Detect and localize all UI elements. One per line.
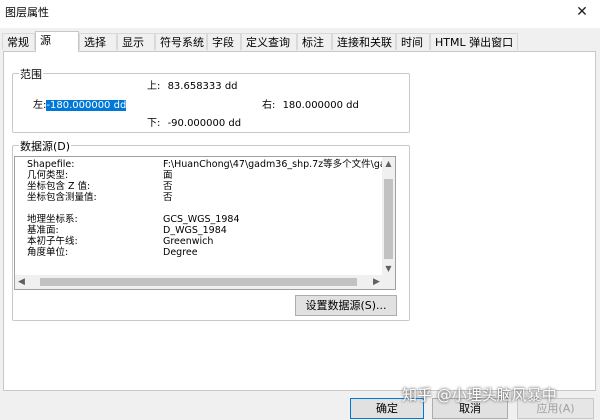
scrollbar-corner bbox=[382, 275, 395, 289]
tab-strip: 常规 源 选择 显示 符号系统 字段 定义查询 标注 连接和关联 时间 HTML… bbox=[2, 31, 598, 52]
tab-labels[interactable]: 标注 bbox=[297, 33, 332, 50]
list-item: 本初子午线: Greenwich bbox=[15, 236, 383, 247]
extent-bottom-value: -90.000000 dd bbox=[167, 118, 242, 129]
vertical-scrollbar[interactable]: ▲ ▼ bbox=[382, 157, 395, 275]
vertical-scroll-thumb[interactable] bbox=[384, 179, 393, 259]
list-item-key: 地理坐标系: bbox=[27, 214, 78, 225]
list-item: 地理坐标系: GCS_WGS_1984 bbox=[15, 214, 383, 225]
datasource-group-label: 数据源(D) bbox=[19, 138, 72, 154]
list-item-value: 面 bbox=[163, 170, 173, 181]
tab-symbology[interactable]: 符号系统 bbox=[155, 33, 207, 50]
scroll-down-icon[interactable]: ▼ bbox=[382, 262, 395, 275]
tab-joins-relates[interactable]: 连接和关联 bbox=[332, 33, 396, 50]
list-item-key: 本初子午线: bbox=[27, 236, 78, 247]
scroll-up-icon[interactable]: ▲ bbox=[382, 157, 395, 170]
extent-left-label: 左: bbox=[33, 100, 47, 111]
list-item-key: 基准面: bbox=[27, 225, 59, 236]
extent-group: 范围 上: 83.658333 dd 左:-180.000000 dd 右: 1… bbox=[12, 66, 410, 133]
extent-top-label: 上: bbox=[147, 81, 161, 92]
layer-properties-dialog: 图层属性 ✕ 常规 源 选择 显示 符号系统 字段 定义查询 标注 连接和关联 … bbox=[0, 0, 600, 420]
list-item-value: D_WGS_1984 bbox=[163, 225, 227, 236]
horizontal-scrollbar[interactable]: ◀ ▶ bbox=[15, 275, 383, 289]
extent-group-label: 范围 bbox=[19, 66, 43, 82]
extent-left: 左:-180.000000 dd bbox=[33, 96, 127, 111]
list-item: Shapefile: F:\HuanChong\47\gadm36_shp.7z… bbox=[15, 159, 383, 170]
extent-bottom: 下: -90.000000 dd bbox=[147, 114, 241, 129]
list-item: 坐标包含 Z 值: 否 bbox=[15, 181, 383, 192]
extent-bottom-label: 下: bbox=[147, 118, 161, 129]
list-item: 角度单位: Degree bbox=[15, 247, 383, 258]
set-datasource-button[interactable]: 设置数据源(S)... bbox=[295, 295, 397, 316]
list-item-key: 几何类型: bbox=[27, 170, 69, 181]
extent-left-value[interactable]: -180.000000 dd bbox=[46, 100, 127, 111]
extent-right-label: 右: bbox=[262, 100, 276, 111]
list-item-value: Degree bbox=[163, 247, 198, 258]
list-item-key: 坐标包含测量值: bbox=[27, 192, 97, 203]
tab-display[interactable]: 显示 bbox=[117, 33, 155, 50]
tab-source[interactable]: 源 bbox=[35, 31, 79, 52]
list-item-value: F:\HuanChong\47\gadm36_shp.7z等多个文件\gadm3 bbox=[163, 159, 383, 170]
datasource-list[interactable]: Shapefile: F:\HuanChong\47\gadm36_shp.7z… bbox=[14, 156, 396, 290]
tab-fields[interactable]: 字段 bbox=[207, 33, 241, 50]
tab-general[interactable]: 常规 bbox=[2, 33, 35, 50]
horizontal-scroll-thumb[interactable] bbox=[40, 278, 357, 286]
list-item: 坐标包含测量值: 否 bbox=[15, 192, 383, 203]
tab-html-popup[interactable]: HTML 弹出窗口 bbox=[430, 33, 518, 50]
tab-selection[interactable]: 选择 bbox=[79, 33, 117, 50]
list-item: 几何类型: 面 bbox=[15, 170, 383, 181]
extent-top: 上: 83.658333 dd bbox=[147, 77, 238, 92]
list-item-key: 角度单位: bbox=[27, 247, 69, 258]
list-item-value: 否 bbox=[163, 181, 173, 192]
list-item-value: Greenwich bbox=[163, 236, 214, 247]
window-title: 图层属性 bbox=[5, 6, 49, 19]
tab-time[interactable]: 时间 bbox=[396, 33, 430, 50]
watermark: 知乎 @小理头脑风暴中 bbox=[402, 386, 557, 404]
close-icon[interactable]: ✕ bbox=[572, 2, 592, 22]
list-item-value: GCS_WGS_1984 bbox=[163, 214, 240, 225]
extent-top-value: 83.658333 dd bbox=[167, 81, 238, 92]
list-item-key: 坐标包含 Z 值: bbox=[27, 181, 91, 192]
list-item: 基准面: D_WGS_1984 bbox=[15, 225, 383, 236]
list-item-key: Shapefile: bbox=[27, 159, 75, 170]
title-bar: 图层属性 ✕ bbox=[0, 0, 600, 28]
scroll-left-icon[interactable]: ◀ bbox=[15, 275, 28, 289]
tab-definition-query[interactable]: 定义查询 bbox=[241, 33, 297, 50]
list-item-value: 否 bbox=[163, 192, 173, 203]
datasource-list-content: Shapefile: F:\HuanChong\47\gadm36_shp.7z… bbox=[15, 157, 383, 275]
extent-right-value: 180.000000 dd bbox=[282, 100, 359, 111]
extent-right: 右: 180.000000 dd bbox=[262, 96, 359, 111]
